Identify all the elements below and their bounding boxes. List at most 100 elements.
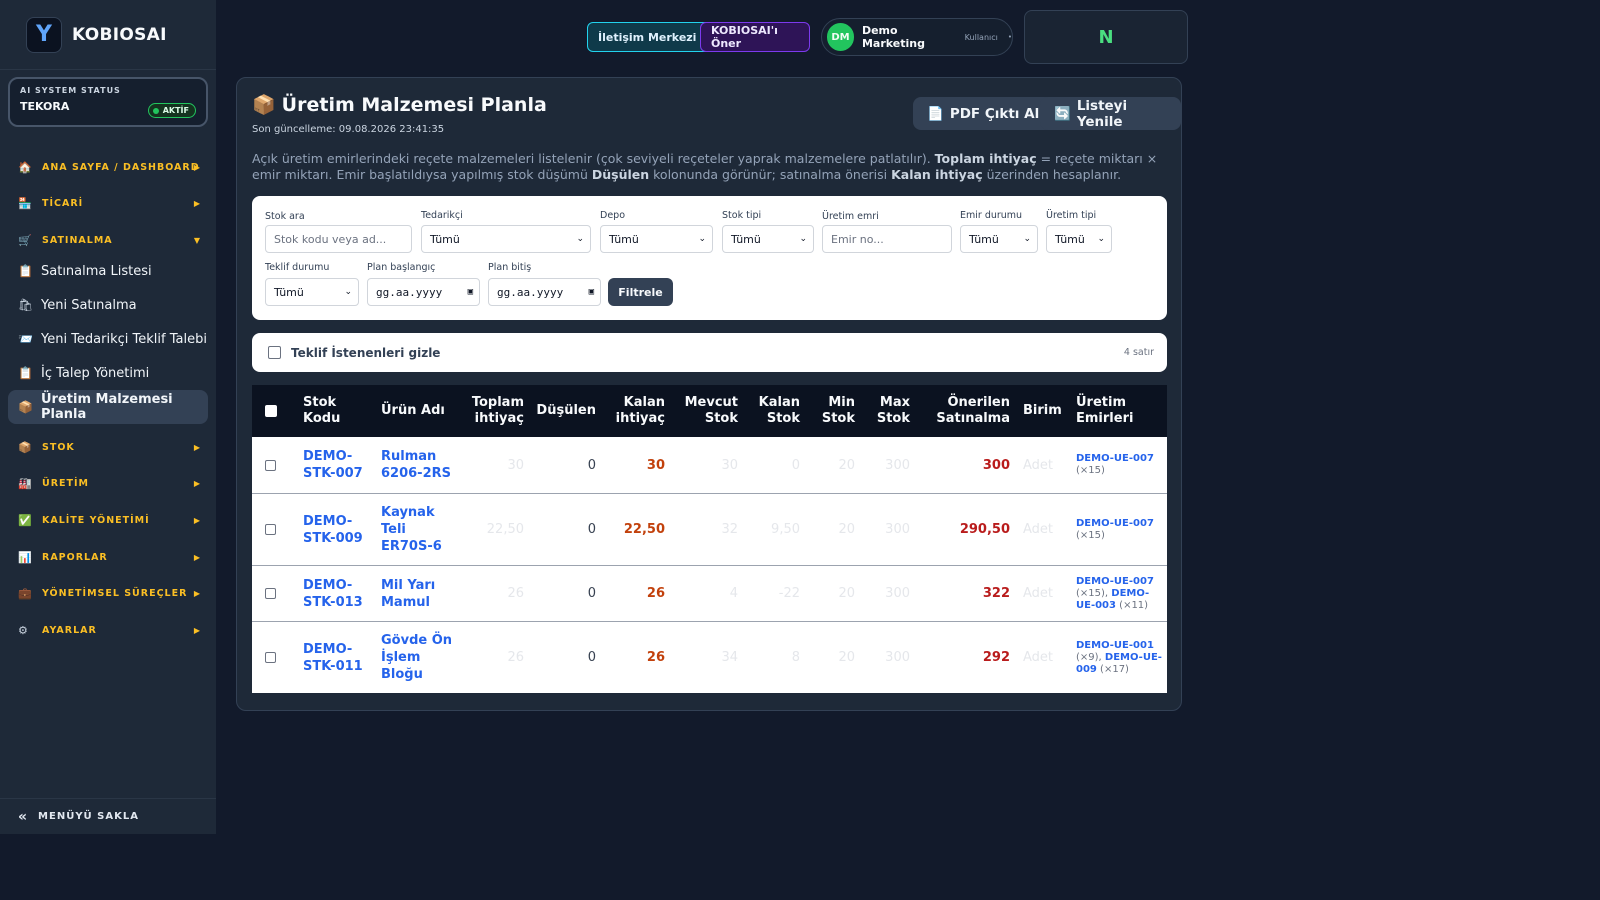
order-link[interactable]: DEMO-UE-001	[1076, 640, 1154, 651]
stok-tipi-label: Stok tipi	[722, 210, 762, 221]
col-dusulen[interactable]: Düşülen	[522, 385, 596, 437]
row-checkbox[interactable]	[265, 652, 276, 663]
cart-icon: 🛒	[18, 233, 32, 247]
sidebar-item-uretim-malzemesi[interactable]: 📦 Üretim Malzemesi Planla	[8, 390, 208, 424]
col-kalan-stok[interactable]: Kalan Stok	[738, 385, 800, 437]
brand[interactable]: Y KOBIOSAI	[0, 0, 216, 70]
hide-quoted-checkbox[interactable]	[268, 346, 281, 359]
row-checkbox[interactable]	[265, 524, 276, 535]
cell-min: 20	[838, 457, 855, 473]
filter-panel: Stok ara Stok kodu veya ad... Tedarikçi …	[252, 196, 1167, 320]
suggest-button[interactable]: KOBIOSAI'ı Öner	[700, 22, 810, 52]
col-birim[interactable]: Birim	[1023, 385, 1062, 437]
order-link[interactable]: DEMO-UE-007	[1076, 453, 1154, 464]
table-row[interactable]: DEMO- STK-013 Mil Yarı Mamul 26 0 26 4 -22…	[252, 566, 1167, 622]
cell-kalan-ihtiyac: 26	[646, 650, 665, 665]
product-name-link[interactable]: Kaynak Teli ER70S-6	[381, 494, 442, 565]
order-link[interactable]: 009	[1076, 664, 1097, 675]
uretim-tipi-select[interactable]: Tümü ⌄	[1046, 225, 1112, 253]
col-stok-kodu[interactable]: Stok Kodu	[303, 385, 340, 437]
package-icon: 📦	[18, 440, 32, 454]
table-row[interactable]: DEMO- STK-009 Kaynak Teli ER70S-6 22,50 0 2…	[252, 494, 1167, 566]
stok-code-link[interactable]: DEMO- STK-009	[303, 494, 363, 565]
status-dot-icon	[152, 107, 159, 114]
col-urun-adi[interactable]: Ürün Adı	[381, 385, 445, 437]
col-header-line: Min	[828, 395, 855, 410]
cell-kalan-stok: 0	[791, 457, 800, 473]
teklif-durumu-select[interactable]: Tümü ⌄	[265, 278, 359, 306]
hide-quoted-label[interactable]: Teklif İstenenleri gizle	[291, 346, 440, 360]
plan-bitis-input[interactable]: gg.aa.yyyy ▣	[488, 278, 601, 306]
user-menu[interactable]: DM Demo Marketing Kullanıcı •	[821, 18, 1013, 56]
order-link[interactable]: UE-003	[1076, 600, 1116, 611]
sidebar-item-raporlar[interactable]: 📊 RAPORLAR ▶	[18, 547, 200, 567]
plan-baslangic-input[interactable]: gg.aa.yyyy ▣	[367, 278, 480, 306]
order-link[interactable]: DEMO-	[1111, 588, 1149, 599]
table-row[interactable]: DEMO- STK-011 Gövde Ön İşlem Bloğu 26 0 26 …	[252, 622, 1167, 693]
calendar-icon: ▣	[588, 287, 594, 297]
row-checkbox-cell	[265, 437, 276, 493]
sidebar-item-satinalma[interactable]: 🛒 SATINALMA ▼	[18, 230, 200, 250]
sidebar-item-satinalma-listesi[interactable]: 📋 Satınalma Listesi	[8, 254, 208, 288]
table-row[interactable]: DEMO- STK-007 Rulman 6206-2RS 30 0 30 30 0…	[252, 437, 1167, 494]
select-value: Tümü	[731, 232, 761, 246]
col-max-stok[interactable]: Max Stok	[855, 385, 910, 437]
order-link[interactable]: DEMO-UE-007	[1076, 576, 1154, 587]
code-line: STK-007	[303, 466, 363, 481]
stok-tipi-select[interactable]: Tümü ⌄	[722, 225, 814, 253]
order-link[interactable]: DEMO-UE-007	[1076, 518, 1154, 529]
sidebar-item-ticari[interactable]: 🏪 TİCARİ ▶	[18, 193, 200, 213]
notification-box[interactable]: N	[1024, 10, 1188, 64]
desc-text: üzerinden hesaplanır.	[982, 167, 1122, 182]
col-header-line: Stok	[876, 411, 910, 426]
col-header-line: Kalan	[623, 395, 665, 410]
select-all-checkbox[interactable]	[265, 405, 277, 417]
uretim-emri-label: Üretim emri	[822, 211, 879, 222]
stok-search-input[interactable]: Stok kodu veya ad...	[265, 225, 412, 253]
emir-durumu-select[interactable]: Tümü ⌄	[960, 225, 1038, 253]
caret-right-icon: ▶	[193, 625, 200, 635]
col-min-stok[interactable]: Min Stok	[800, 385, 855, 437]
col-mevcut-stok[interactable]: Mevcut Stok	[662, 385, 738, 437]
depo-label: Depo	[600, 210, 626, 221]
row-checkbox[interactable]	[265, 588, 276, 599]
refresh-list-button[interactable]: 🔄 Listeyi Yenile	[1040, 97, 1181, 130]
tedarikci-select[interactable]: Tümü ⌄	[421, 225, 591, 253]
status-badge: AKTİF	[147, 103, 196, 118]
col-onerilen[interactable]: Önerilen Satınalma	[910, 385, 1010, 437]
stok-code-link[interactable]: DEMO- STK-013	[303, 566, 363, 621]
sidebar-item-teklif-talebi[interactable]: 📨 Yeni Tedarikçi Teklif Talebi	[8, 322, 208, 356]
cell-dusulen: 0	[587, 522, 596, 537]
stok-code-link[interactable]: DEMO- STK-007	[303, 437, 363, 493]
date-value: gg.aa.yyyy	[497, 285, 564, 299]
caret-right-icon: ▶	[193, 478, 200, 488]
sidebar-item-stok[interactable]: 📦 STOK ▶	[18, 437, 200, 457]
sidebar-item-ayarlar[interactable]: ⚙ AYARLAR ▶	[18, 620, 200, 640]
sidebar-item-dashboard[interactable]: 🏠 ANA SAYFA / DASHBOARD ▶	[18, 157, 200, 177]
sidebar-item-label: Yeni Satınalma	[41, 297, 137, 313]
depo-select[interactable]: Tümü ⌄	[600, 225, 713, 253]
filter-button[interactable]: Filtrele	[608, 278, 673, 306]
cell-toplam: 26	[507, 650, 524, 665]
sidebar-item-kalite[interactable]: ✅ KALİTE YÖNETİMİ ▶	[18, 510, 200, 530]
stok-code-link[interactable]: DEMO- STK-011	[303, 622, 363, 693]
sidebar-item-ic-talep[interactable]: 📋 İç Talep Yönetimi	[8, 356, 208, 390]
product-name-link[interactable]: Mil Yarı Mamul	[381, 566, 435, 621]
sidebar-item-yeni-satinalma[interactable]: 🛍 Yeni Satınalma	[8, 288, 208, 322]
chevron-down-icon: ⌄	[576, 234, 584, 244]
col-toplam-ihtiyac[interactable]: Toplam ihtiyaç	[452, 385, 524, 437]
sidebar-item-yonetimsel[interactable]: 💼 YÖNETİMSEL SÜREÇLER ▶	[18, 583, 200, 603]
cell-kalan-ihtiyac: 22,50	[623, 522, 665, 537]
row-checkbox[interactable]	[265, 459, 276, 471]
order-link[interactable]: DEMO-UE-	[1105, 652, 1162, 663]
product-name-link[interactable]: Rulman 6206-2RS	[381, 437, 451, 493]
hide-menu-button[interactable]: « MENÜYÜ SAKLA	[0, 798, 216, 834]
cell-onerilen: 300	[982, 457, 1010, 473]
order-qty: (×17)	[1096, 663, 1129, 675]
sidebar-item-uretim[interactable]: 🏭 ÜRETİM ▶	[18, 473, 200, 493]
pdf-export-button[interactable]: 📄 PDF Çıktı Al	[913, 97, 1054, 130]
col-uretim-emirleri[interactable]: Üretim Emirleri	[1076, 385, 1133, 437]
uretim-emri-input[interactable]: Emir no...	[822, 225, 952, 253]
col-kalan-ihtiyac[interactable]: Kalan ihtiyaç	[592, 385, 665, 437]
product-name-link[interactable]: Gövde Ön İşlem Bloğu	[381, 622, 452, 693]
